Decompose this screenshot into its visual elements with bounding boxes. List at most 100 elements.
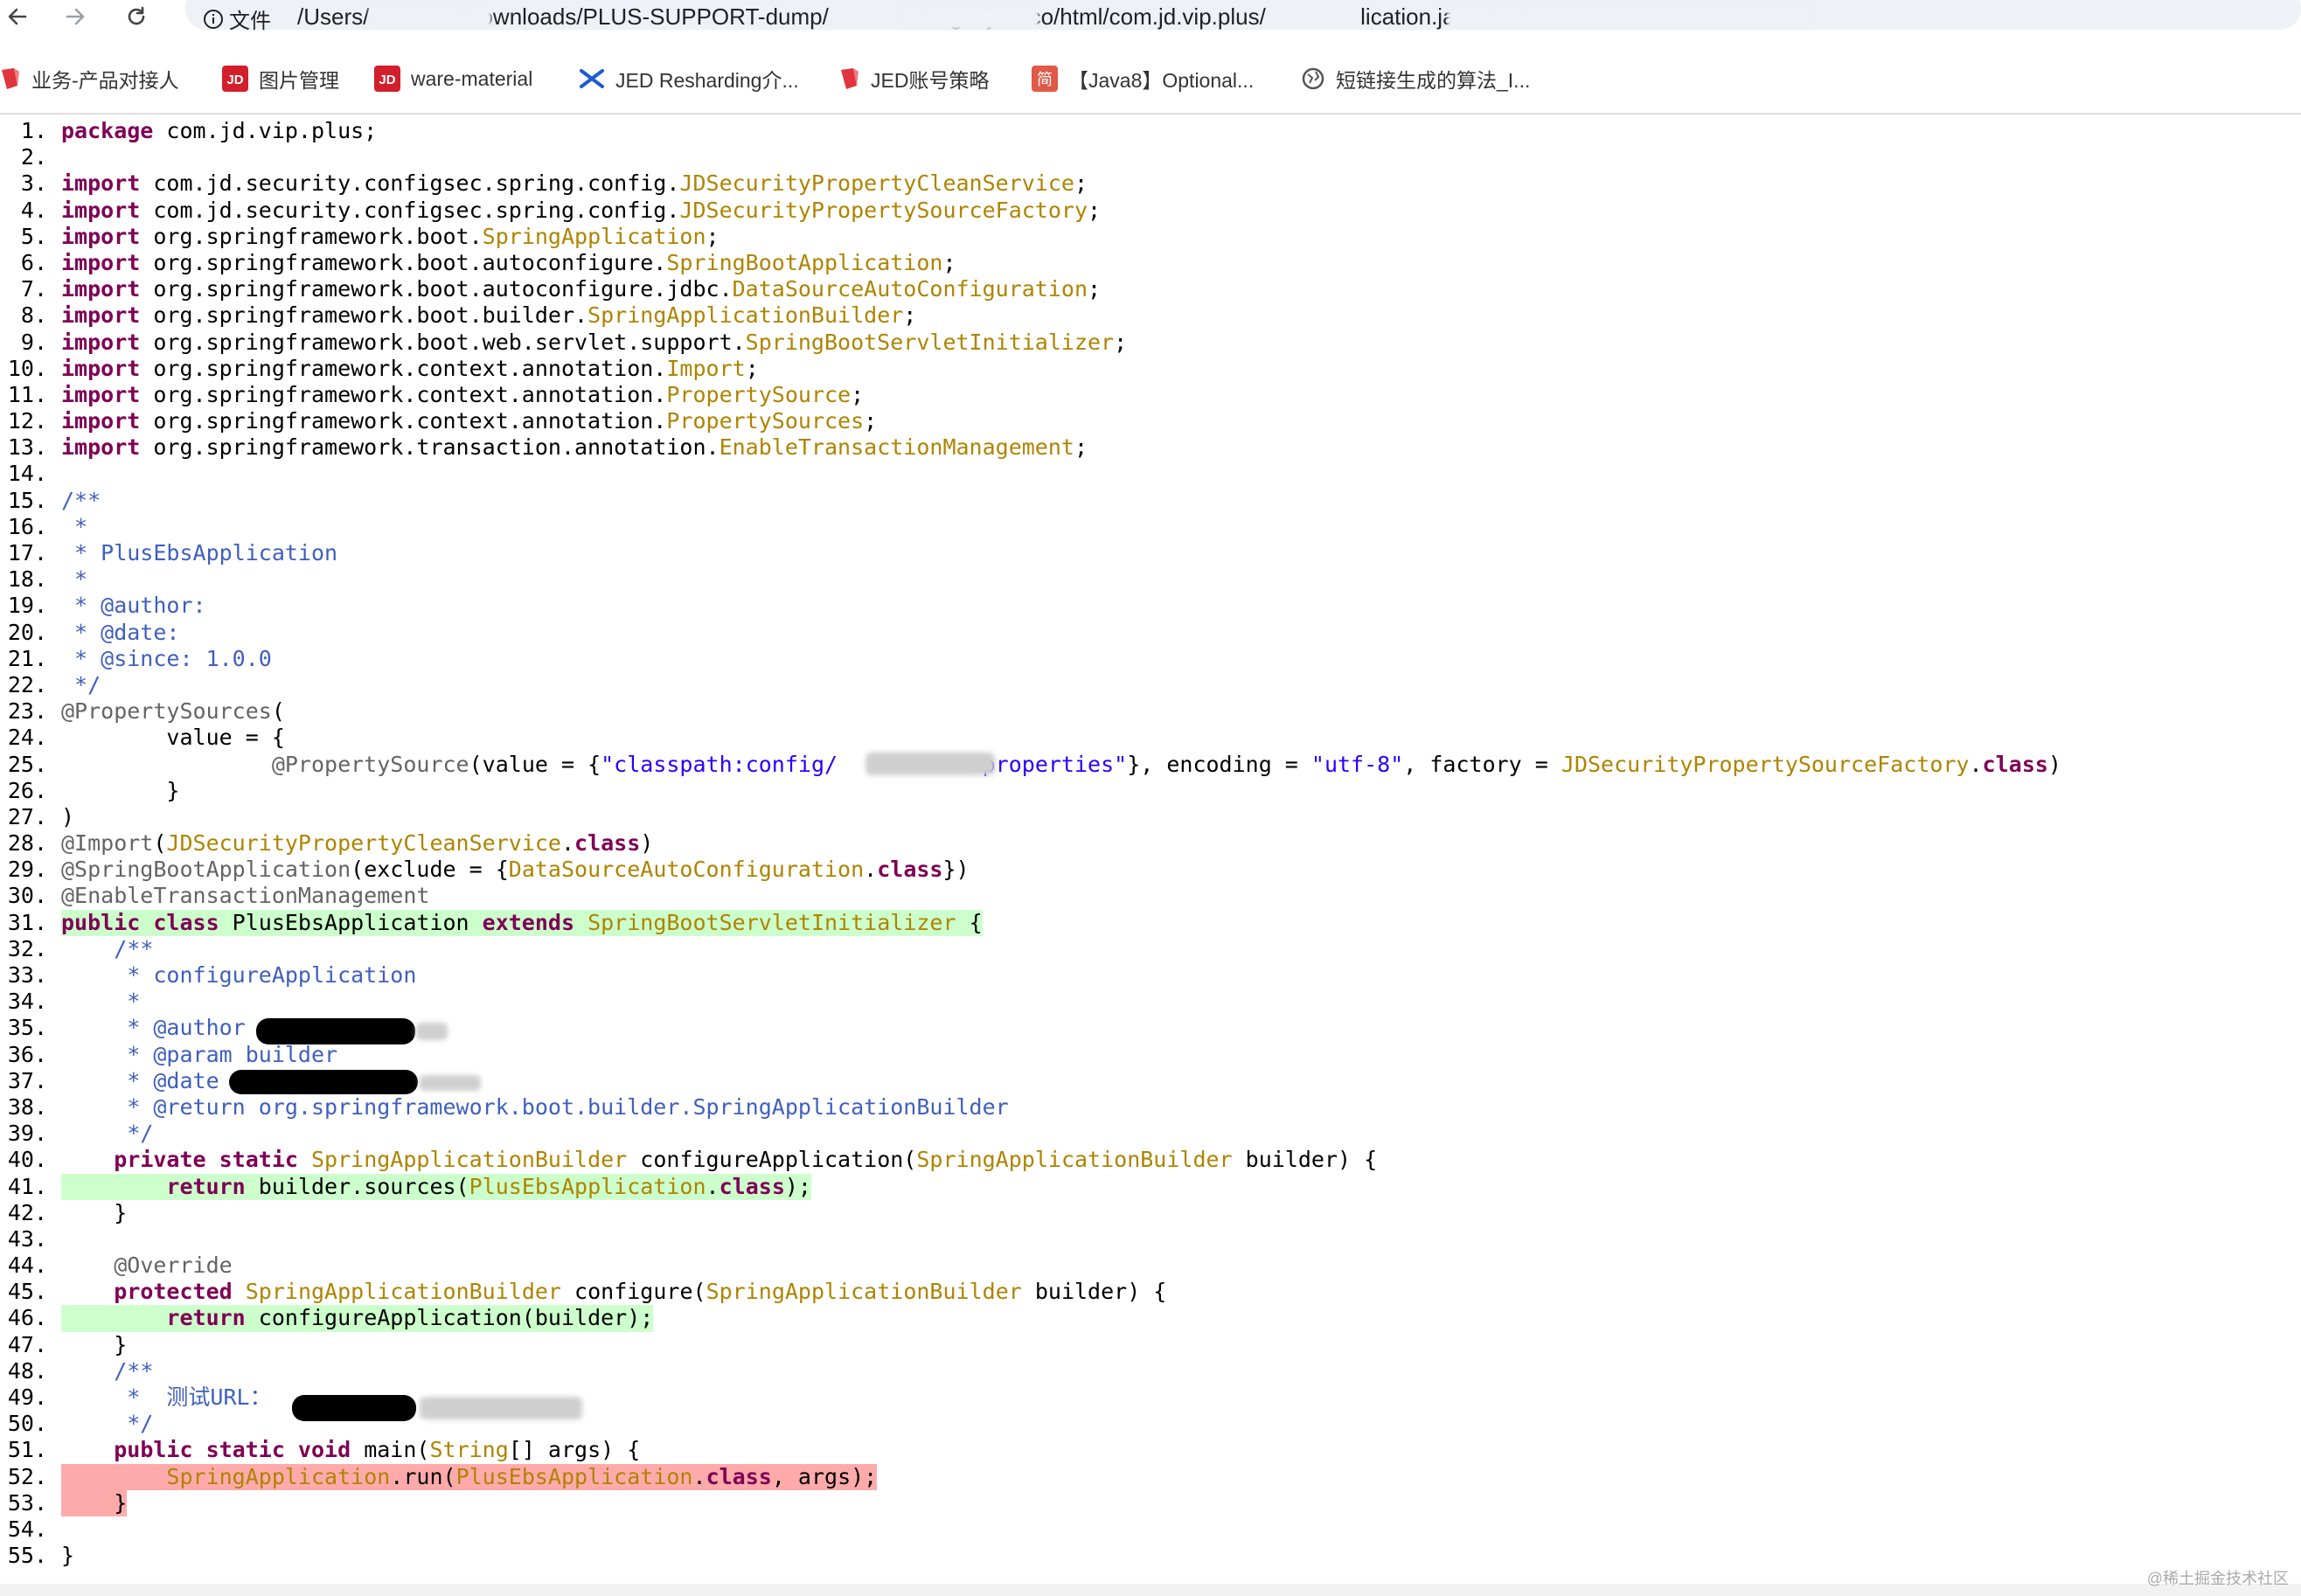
line-number: 13. (7, 434, 47, 461)
line-number: 46. (7, 1305, 47, 1331)
code-line: 3. import com.jd.security.configsec.sprin… (0, 170, 2301, 197)
code-text: import org.springframework.boot.autoconf… (61, 276, 1102, 302)
jian-icon: 简 (1032, 66, 1058, 92)
back-arrow-icon (8, 8, 27, 25)
code-line: 7. import org.springframework.boot.autoco… (0, 276, 2301, 302)
code-text: * @since: 1.0.0 (61, 645, 272, 671)
blurred-text (420, 1075, 481, 1091)
bookmark-item[interactable]: JD 图片管理 (222, 61, 339, 96)
code-line: 29. @SpringBootApplication(exclude = {Dat… (0, 857, 2301, 883)
line-number: 18. (7, 566, 47, 593)
code-text: import org.springframework.transaction.a… (61, 434, 1088, 461)
code-line: 43. (0, 1226, 2301, 1253)
browser-toolbar: 文件 /Users/ /Downloads/PLUS-SUPPORT-dump/… (0, 0, 2301, 42)
code-text: * (61, 513, 88, 539)
code-text: * configureApplication (61, 962, 417, 988)
url-redaction (1448, 5, 1815, 30)
code-text: import org.springframework.boot.builder.… (61, 302, 917, 329)
reload-button[interactable] (119, 0, 154, 33)
bottom-bar (0, 1584, 2301, 1596)
code-text: } (61, 1331, 128, 1357)
bookmark-label: 短链接生成的算法_I... (1336, 69, 1531, 92)
redacted-date (229, 1070, 418, 1094)
code-line: 9. import org.springframework.boot.web.se… (0, 330, 2301, 356)
code-line: 46. return configureApplication(builder)… (0, 1305, 2301, 1332)
line-number: 27. (7, 803, 47, 829)
code-line: 6. import org.springframework.boot.autoco… (0, 250, 2301, 276)
code-text: import org.springframework.boot.autoconf… (61, 249, 956, 275)
bookmark-item[interactable]: 业务-产品对接人 (0, 61, 179, 96)
code-line: 33. * configureApplication (0, 962, 2301, 989)
line-number: 21. (7, 645, 47, 671)
code-line: 4. import com.jd.security.configsec.sprin… (0, 198, 2301, 224)
forward-button[interactable] (58, 0, 93, 33)
red-bookmark-icon (839, 66, 860, 91)
code-text: import com.jd.security.configsec.spring.… (61, 170, 1088, 197)
code-line: 34. * (0, 989, 2301, 1015)
bookmark-label: 业务-产品对接人 (31, 69, 179, 92)
code-line: 25. @PropertySource(value = {"classpath:… (0, 752, 2301, 778)
bookmark-item[interactable]: 短链接生成的算法_I... (1301, 61, 1530, 96)
code-text: @Import(JDSecurityPropertyCleanService.c… (61, 830, 654, 857)
line-number: 16. (7, 513, 47, 539)
code-line: 13. import org.springframework.transactio… (0, 434, 2301, 461)
bookmark-item[interactable]: 简【Java8】Optional... (1032, 61, 1254, 96)
jd-icon: JD (374, 66, 400, 92)
bookmark-label: 图片管理 (259, 69, 339, 92)
code-text: * @return org.springframework.boot.build… (61, 1093, 1009, 1120)
globe-icon (1301, 66, 1325, 91)
code-text: @PropertySources( (61, 698, 285, 725)
code-text: package com.jd.vip.plus; (61, 118, 378, 143)
line-number: 6. (20, 249, 47, 275)
bookmark-item[interactable]: JED Resharding介... (579, 61, 799, 96)
code-text: /** (61, 487, 101, 513)
back-button[interactable] (0, 0, 35, 33)
code-text: import org.springframework.boot.web.serv… (61, 329, 1128, 355)
line-number: 51. (7, 1437, 47, 1463)
code-line: 45. protected SpringApplicationBuilder c… (0, 1279, 2301, 1305)
redacted-author (256, 1018, 415, 1044)
code-line: 28. @Import(JDSecurityPropertyCleanServic… (0, 830, 2301, 857)
covered-code: return builder.sources(PlusEbsApplicatio… (61, 1173, 811, 1200)
line-number: 29. (7, 857, 47, 883)
code-text: * (61, 989, 141, 1015)
code-text: } (61, 1199, 128, 1225)
line-number: 20. (7, 619, 47, 645)
line-number: 28. (7, 830, 47, 857)
covered-code: return configureApplication(builder); (61, 1305, 654, 1332)
line-number: 55. (7, 1543, 47, 1569)
code-line: 12. import org.springframework.context.an… (0, 408, 2301, 434)
code-line: 54. (0, 1516, 2301, 1543)
code-line: 47. } (0, 1332, 2301, 1358)
line-number: 14. (7, 461, 47, 487)
line-number: 25. (7, 751, 47, 777)
bookmark-label: JED Resharding介... (615, 69, 799, 92)
line-number: 52. (7, 1463, 47, 1489)
svg-text:简: 简 (1037, 71, 1053, 89)
line-number: 11. (7, 381, 47, 407)
code-text: @PropertySource(value = {"classpath:conf… (271, 751, 2061, 777)
line-number: 35. (7, 1015, 47, 1041)
line-number: 15. (7, 487, 47, 513)
code-line: 48. /** (0, 1358, 2301, 1384)
line-number: 43. (7, 1225, 47, 1252)
blurred-text (416, 1023, 448, 1040)
code-line: 16. * (0, 514, 2301, 540)
divider (0, 113, 2301, 114)
url-redaction (899, 5, 1039, 30)
code-line: 20. * @date: (0, 620, 2301, 646)
bookmark-item[interactable]: JED账号策略 (839, 61, 989, 96)
code-line: 21. * @since: 1.0.0 (0, 646, 2301, 672)
code-line: 55.} (0, 1543, 2301, 1569)
reload-icon (128, 6, 145, 25)
bookmark-item[interactable]: JD ware-material (374, 61, 532, 96)
code-text: */ (61, 1121, 154, 1147)
line-number: 39. (7, 1121, 47, 1147)
code-text: * @author (61, 1015, 246, 1041)
code-text: @Override (114, 1253, 233, 1279)
blurred-config-name (865, 753, 995, 775)
site-info-button[interactable]: 文件 (203, 3, 271, 34)
jed-icon (579, 66, 605, 92)
line-number: 34. (7, 989, 47, 1015)
line-number: 44. (7, 1253, 47, 1279)
